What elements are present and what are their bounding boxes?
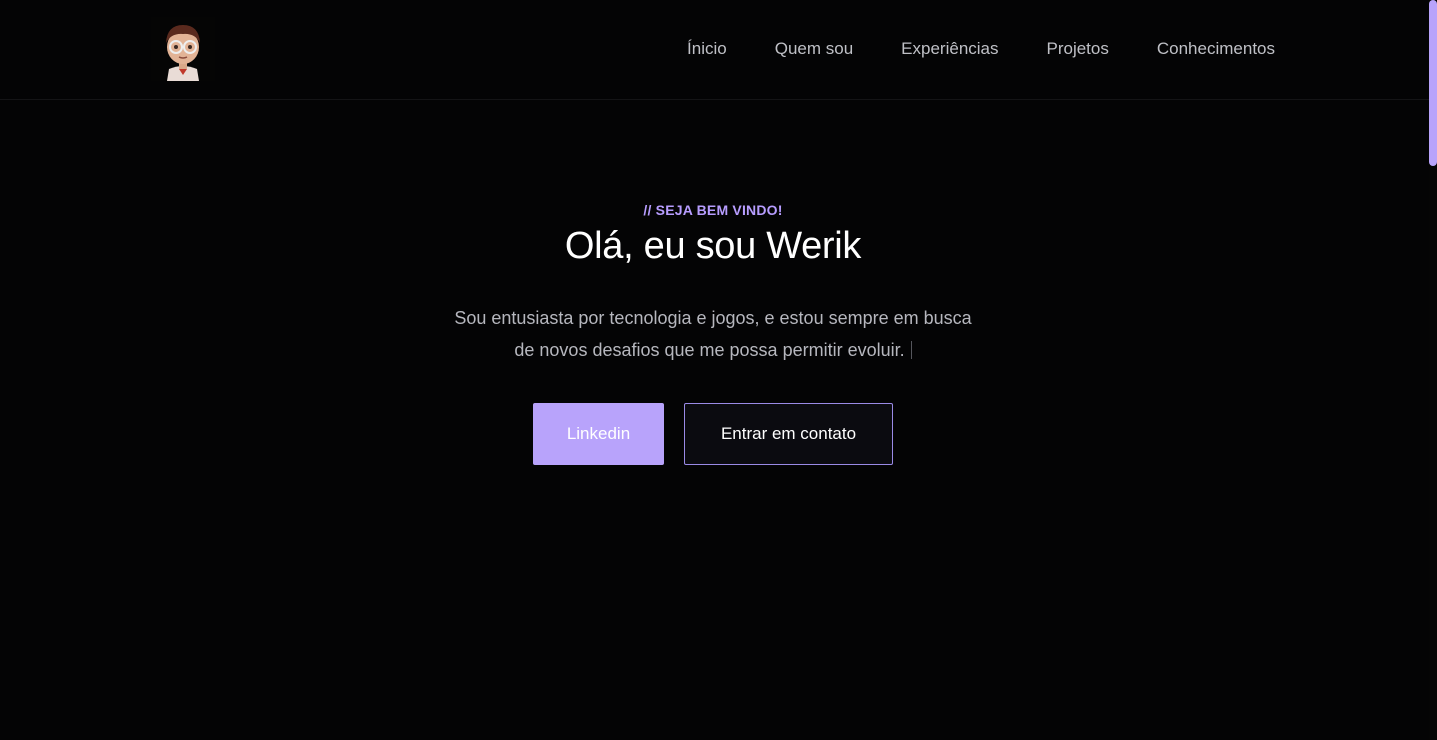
hero-subtitle: Sou entusiasta por tecnologia e jogos, e… [453,302,973,366]
site-header: Ínicio Quem sou Experiências Projetos Co… [0,0,1429,100]
typing-caret [910,341,912,359]
scrollbar-track[interactable] [1429,0,1437,740]
hero-title: Olá, eu sou Werik [564,225,862,267]
page: Ínicio Quem sou Experiências Projetos Co… [0,0,1437,740]
contact-button[interactable]: Entrar em contato [684,403,893,465]
nav-item-projetos[interactable]: Projetos [1047,38,1109,60]
nav-item-quem-sou[interactable]: Quem sou [775,38,853,60]
avatar-logo-icon[interactable] [151,17,215,81]
nav-item-conhecimentos[interactable]: Conhecimentos [1157,38,1275,60]
scrollbar-thumb[interactable] [1429,0,1437,166]
hero-eyebrow: // SEJA BEM VINDO! [643,202,783,218]
linkedin-button[interactable]: Linkedin [533,403,664,465]
avatar-illustration [151,17,215,81]
nav-item-experiencias[interactable]: Experiências [901,38,998,60]
main-nav: Ínicio Quem sou Experiências Projetos Co… [687,38,1275,60]
hero-subtitle-text: Sou entusiasta por tecnologia e jogos, e… [454,308,972,360]
nav-item-inicio[interactable]: Ínicio [687,38,727,60]
